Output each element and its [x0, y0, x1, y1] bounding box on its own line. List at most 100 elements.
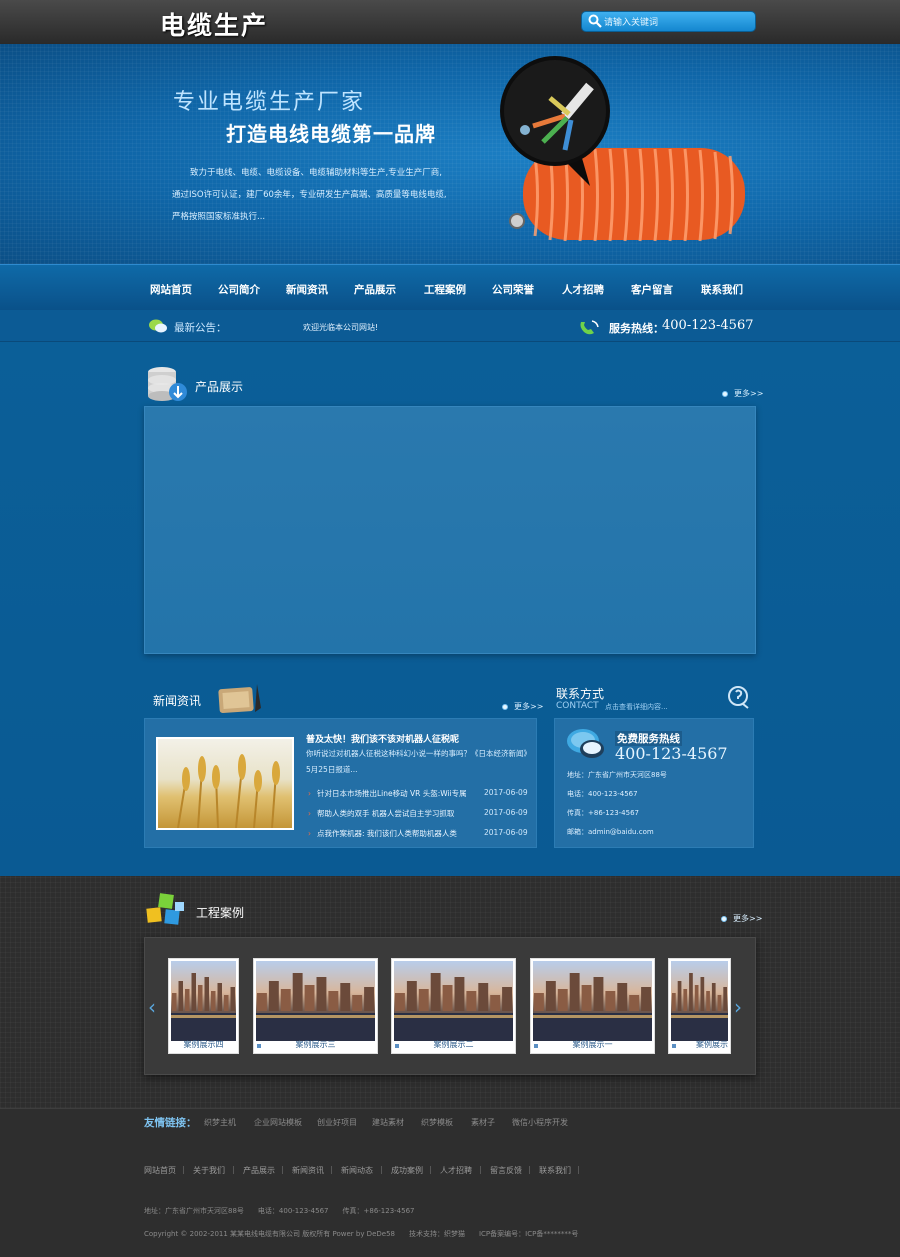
contact-hint[interactable]: 点击查看详细内容... — [605, 702, 668, 712]
scroll-pen-icon — [218, 684, 261, 714]
skyline-building — [593, 977, 604, 1011]
skyline-building — [178, 981, 183, 1011]
skyline-building — [364, 987, 374, 1011]
products-more-link[interactable]: 更多>> — [722, 388, 763, 399]
friend-link[interactable]: 素材子 — [471, 1117, 495, 1128]
hotline-label: 服务热线： — [609, 322, 664, 335]
skyline-building — [204, 977, 209, 1011]
news-row[interactable]: › 帮助人类的双手 机器人尝试自主学习抓取 2017-06-09 — [308, 808, 528, 819]
nav-item-cases[interactable]: 工程案例 — [424, 282, 466, 297]
nav-item-home[interactable]: 网站首页 — [150, 282, 192, 297]
skyline-building — [723, 987, 727, 1011]
banner-description: 致力于电线、电缆、电缆设备、电缆辅助材料等生产,专业生产厂商, 通过ISO许可认… — [172, 168, 447, 222]
skyline-building — [534, 993, 544, 1011]
friend-link[interactable]: 织梦主机 — [204, 1117, 236, 1128]
search-icon[interactable] — [588, 14, 602, 28]
skyline-building — [395, 993, 405, 1011]
city-skyline-image — [671, 961, 728, 1041]
skyline-building — [230, 987, 235, 1011]
phone-icon — [580, 320, 599, 335]
footer-nav-item[interactable]: 产品展示 — [243, 1165, 275, 1176]
skyline-building — [683, 989, 688, 1011]
nav-item-about[interactable]: 公司简介 — [218, 282, 260, 297]
cable-product-image — [500, 56, 745, 242]
skyline-building — [478, 983, 489, 1011]
friend-links-title: 友情链接： — [144, 1117, 197, 1129]
contact-address: 地址：广东省广州市天河区88号 — [567, 771, 667, 779]
friend-link[interactable]: 创业好项目 — [317, 1117, 357, 1128]
skyline-building — [292, 973, 303, 1011]
carousel-prev-arrow-icon[interactable]: ‹ — [148, 995, 156, 1019]
footer-nav-item[interactable]: 新闻资讯 — [292, 1165, 324, 1176]
skyline-building — [641, 987, 651, 1011]
notice-title: 最新公告： — [174, 322, 227, 334]
banner-slogan-secondary: 打造电线电缆第一品牌 — [226, 122, 436, 146]
skyline-building — [268, 981, 279, 1011]
nav-item-news[interactable]: 新闻资讯 — [286, 282, 328, 297]
footer-nav-item[interactable]: 成功案例 — [391, 1165, 423, 1176]
case-card[interactable]: 案例展示三 — [253, 958, 378, 1054]
skyline-building — [430, 973, 441, 1011]
skyline-building — [418, 989, 429, 1011]
footer-nav-item[interactable]: 人才招聘 — [440, 1165, 472, 1176]
hotline-number: 400-123-4567 — [662, 318, 754, 333]
news-headline[interactable]: 普及太快！我们该不该对机器人征税呢 — [306, 732, 459, 745]
news-more-link[interactable]: 更多>> — [502, 701, 543, 712]
carousel-next-arrow-icon[interactable]: › — [734, 995, 742, 1019]
case-card[interactable]: 案例展示二 — [391, 958, 516, 1054]
skyline-drawing — [171, 973, 236, 1041]
nav-item-feedback[interactable]: 客户留言 — [631, 282, 673, 297]
friend-link[interactable]: 建站素材 — [372, 1117, 404, 1128]
skyline-lights — [256, 1015, 375, 1018]
news-row[interactable]: › 点我作案机器: 我们该们人类帮助机器人类 2017-06-09 — [308, 828, 528, 839]
contact-title-en: CONTACT — [556, 701, 599, 711]
case-card[interactable]: 案例展示 — [668, 958, 731, 1054]
case-card[interactable]: 案例展示一 — [530, 958, 655, 1054]
city-skyline-image — [171, 961, 236, 1041]
friend-link[interactable]: 企业网站模板 — [254, 1117, 302, 1128]
database-icon — [148, 367, 187, 401]
search-input[interactable]: 请输入关键词 — [604, 15, 658, 28]
news-summary: 你听说过对机器人征税这种科幻小说一样的事吗？《日本经济新闻》5月25日报道... — [306, 749, 528, 774]
arrow-icon: › — [308, 829, 311, 838]
footer-address: 地址：广东省广州市天河区88号 电话：400-123-4567 传真：+86-1… — [144, 1207, 415, 1215]
news-thumbnail[interactable] — [156, 737, 294, 830]
cases-title: 工程案例 — [196, 906, 245, 920]
skyline-lights — [671, 1015, 728, 1018]
friend-link[interactable]: 织梦模板 — [421, 1117, 453, 1128]
skyline-building — [340, 983, 351, 1011]
nav-item-jobs[interactable]: 人才招聘 — [562, 282, 604, 297]
friend-link[interactable]: 微信小程序开发 — [512, 1117, 568, 1128]
search-box[interactable]: 请输入关键词 — [581, 11, 756, 32]
bullet-icon — [722, 390, 728, 397]
skyline-drawing — [671, 973, 728, 1041]
site-logo[interactable]: 电缆生产 — [160, 6, 268, 42]
skyline-building — [717, 995, 722, 1011]
nav-item-products[interactable]: 产品展示 — [354, 282, 396, 297]
nav-item-honors[interactable]: 公司荣誉 — [492, 282, 534, 297]
wheat-field-image — [177, 754, 280, 828]
footer-nav-item[interactable]: 关于我们 — [193, 1165, 225, 1176]
contact-email[interactable]: 邮箱：admin@baidu.com — [567, 827, 654, 837]
case-card[interactable]: 案例展示四 — [168, 958, 239, 1054]
footer-nav-item[interactable]: 新闻动态 — [341, 1165, 373, 1176]
skyline-building — [706, 991, 710, 1011]
cases-more-link[interactable]: 更多>> — [721, 913, 762, 924]
skyline-lights — [533, 1015, 652, 1018]
footer-nav-item[interactable]: 网站首页 — [144, 1165, 176, 1176]
skyline-building — [677, 981, 682, 1011]
products-title: 产品展示 — [195, 380, 244, 394]
skyline-building — [185, 989, 190, 1011]
skyline-building — [629, 995, 640, 1011]
news-row[interactable]: › 针对日本市场推出Line移动 VR 头盔:Wii专属 2017-06-09 — [308, 788, 528, 799]
footer-nav-item[interactable]: 联系我们 — [539, 1165, 571, 1176]
footer-nav-item[interactable]: 留言反馈 — [490, 1165, 522, 1176]
skyline-drawing — [394, 973, 513, 1041]
cubes-icon — [146, 893, 184, 925]
skyline-building — [711, 983, 716, 1011]
skyline-building — [257, 993, 267, 1011]
skyline-drawing — [533, 973, 652, 1041]
nav-item-contact[interactable]: 联系我们 — [701, 282, 743, 297]
notice-text[interactable]: 欢迎光临本公司网站! — [303, 322, 378, 333]
help-bubble-icon — [728, 686, 749, 709]
